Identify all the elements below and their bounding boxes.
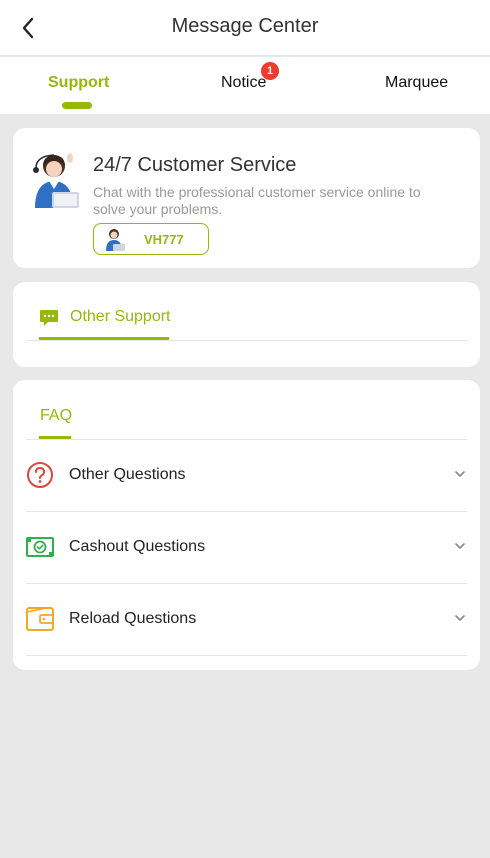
chevron-down-icon — [455, 471, 465, 477]
tab-notice-label: Notice — [221, 74, 267, 91]
other-support-card: Other Support — [13, 282, 480, 367]
faq-card: FAQ Other Questions Cashout Questions Re… — [13, 380, 480, 670]
app-header: Message Center — [0, 0, 490, 56]
tab-marquee[interactable]: Marquee — [370, 57, 470, 114]
tab-support[interactable]: Support — [30, 57, 126, 114]
divider — [26, 340, 467, 341]
question-icon — [27, 462, 53, 488]
faq-item-label: Reload Questions — [69, 610, 197, 627]
customer-service-avatar-icon — [33, 153, 79, 208]
tab-marquee-label: Marquee — [385, 74, 449, 91]
faq-item-other-questions[interactable]: Other Questions — [26, 440, 467, 512]
agent-avatar-icon — [106, 229, 125, 251]
tab-notice[interactable]: Notice 1 — [205, 57, 295, 114]
agent-name: VH777 — [144, 232, 184, 247]
faq-tab[interactable]: FAQ — [40, 407, 72, 425]
customer-service-card[interactable]: 24/7 Customer Service Chat with the prof… — [13, 128, 480, 268]
chat-bubble-icon — [40, 310, 58, 326]
customer-service-description: Chat with the professional customer serv… — [93, 184, 421, 217]
page-title: Message Center — [171, 15, 319, 37]
tab-bar: Support Notice 1 Marquee — [0, 57, 490, 114]
faq-item-label: Cashout Questions — [69, 538, 206, 555]
faq-item-reload-questions[interactable]: Reload Questions — [26, 584, 467, 656]
agent-chip-button[interactable]: VH777 — [93, 223, 209, 255]
notice-badge: 1 — [261, 62, 279, 80]
wallet-icon — [26, 607, 54, 631]
chevron-down-icon — [455, 615, 465, 621]
faq-item-label: Other Questions — [69, 466, 186, 483]
tab-support-label: Support — [48, 74, 110, 91]
tab-active-indicator — [62, 102, 92, 109]
other-support-tab[interactable]: Other Support — [39, 304, 182, 340]
customer-service-title: 24/7 Customer Service — [93, 154, 297, 176]
cash-icon — [26, 537, 54, 557]
faq-item-cashout-questions[interactable]: Cashout Questions — [26, 512, 467, 584]
chevron-down-icon — [455, 543, 465, 549]
other-support-label: Other Support — [70, 308, 171, 325]
